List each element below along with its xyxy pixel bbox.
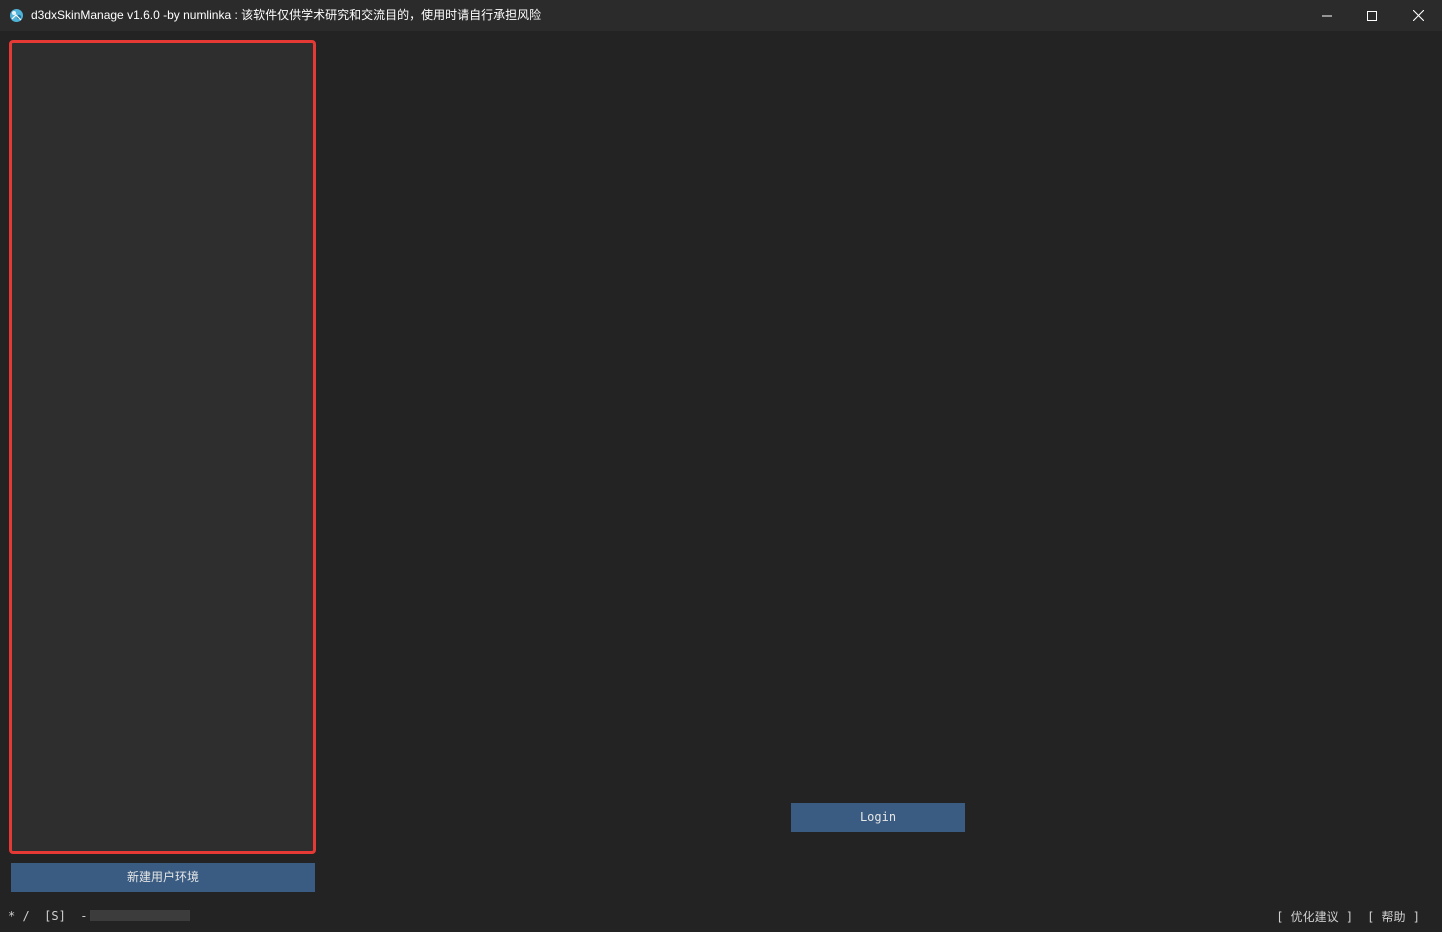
- maximize-icon: [1367, 10, 1377, 21]
- status-slash: /: [22, 909, 30, 923]
- close-icon: [1412, 10, 1424, 21]
- title-bar[interactable]: d3dxSkinManage v1.6.0 -by numlinka : 该软件…: [0, 0, 1442, 31]
- maximize-button[interactable]: [1349, 0, 1395, 31]
- feedback-link[interactable]: [ 优化建议 ]: [1276, 908, 1353, 925]
- help-link[interactable]: [ 帮助 ]: [1367, 908, 1420, 925]
- close-button[interactable]: [1395, 0, 1441, 31]
- app-window: d3dxSkinManage v1.6.0 -by numlinka : 该软件…: [0, 0, 1442, 932]
- status-star: *: [8, 909, 16, 923]
- user-environment-list[interactable]: [9, 40, 316, 854]
- status-dash: -: [80, 909, 88, 923]
- new-user-environment-button[interactable]: 新建用户环境: [11, 863, 315, 892]
- minimize-icon: [1322, 11, 1332, 21]
- login-button[interactable]: Login: [791, 803, 965, 832]
- window-title: d3dxSkinManage v1.6.0 -by numlinka : 该软件…: [31, 8, 542, 22]
- status-indicators: * / [S] -: [8, 908, 88, 924]
- app-logo-icon: [9, 8, 24, 23]
- status-links: [ 优化建议 ] [ 帮助 ]: [1276, 908, 1420, 924]
- minimize-button[interactable]: [1304, 0, 1350, 31]
- status-mode: [S]: [44, 909, 66, 923]
- status-progress-bar: [90, 910, 190, 921]
